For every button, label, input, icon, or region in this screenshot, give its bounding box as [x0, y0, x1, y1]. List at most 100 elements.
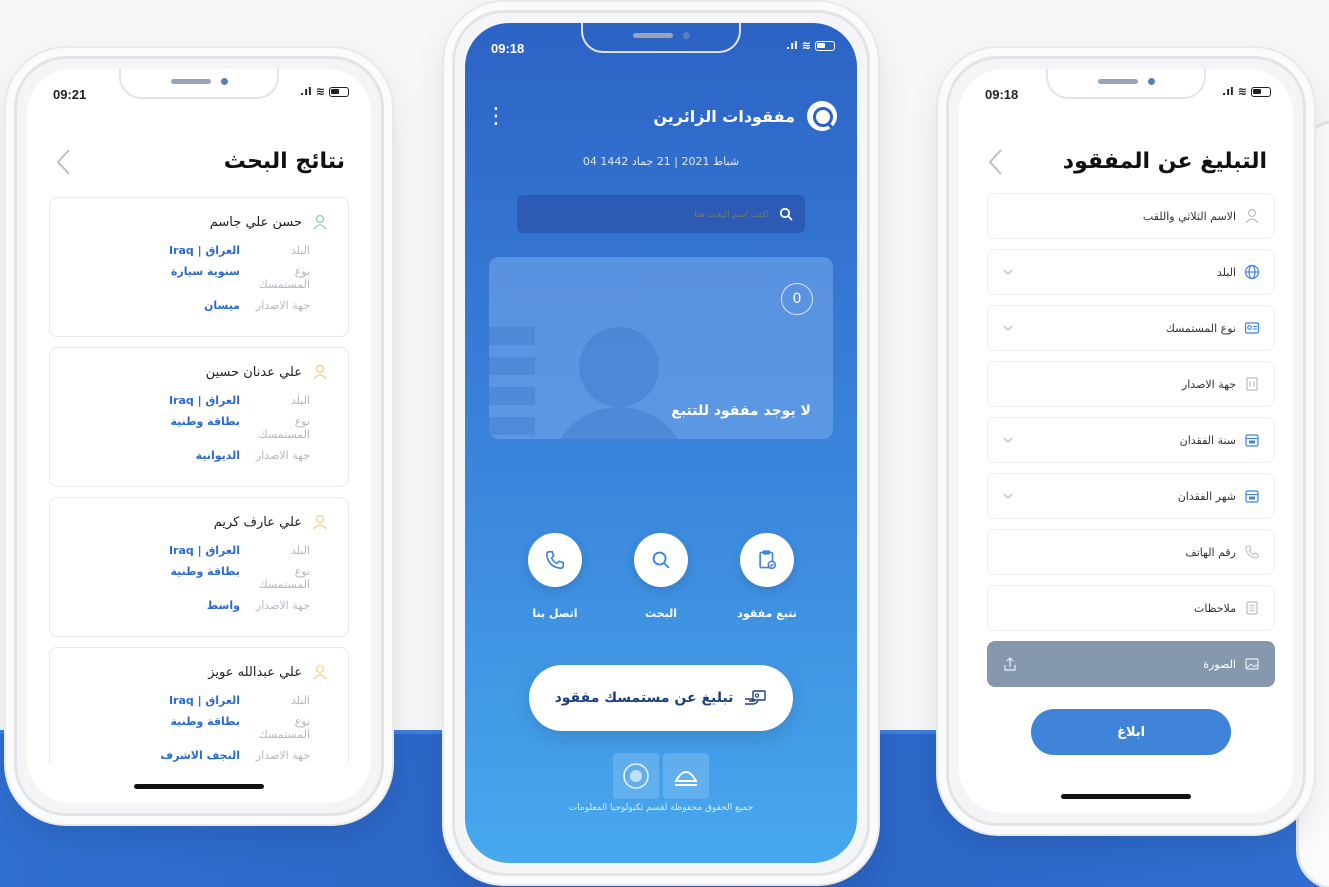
- doc-value: بطاقة وطنية: [170, 415, 240, 428]
- notch: [119, 69, 279, 99]
- submit-report-button[interactable]: ابلاغ: [1031, 709, 1231, 755]
- country-key: البلد: [290, 694, 310, 707]
- battery-icon: [329, 86, 349, 97]
- tracking-card[interactable]: 0 لا يوجد مفقود للتتبع: [489, 257, 833, 439]
- doc-key: نوع المستمسك: [258, 265, 310, 291]
- full-name-field[interactable]: الاسم الثلاثي واللقب: [987, 193, 1275, 239]
- clipboard-check-icon: [759, 550, 777, 570]
- empty-tracking-message: لا يوجد مفقود للتتبع: [671, 403, 811, 419]
- country-key: البلد: [290, 244, 310, 257]
- notch: [1046, 69, 1206, 99]
- status-icons: .ıl ≋: [786, 39, 835, 52]
- country-value: العراق | Iraq: [168, 694, 240, 707]
- country-value: العراق | Iraq: [168, 544, 240, 557]
- result-name: حسن علي جاسم: [209, 214, 302, 230]
- action-label: البحث: [645, 607, 677, 620]
- person-icon: [313, 214, 327, 230]
- search-button[interactable]: البحث: [611, 533, 711, 620]
- report-button-label: تبليغ عن مستمسك مفقود: [554, 690, 734, 706]
- phone-icon: [1245, 545, 1259, 559]
- screen: 09:18 .ıl ≋ ⋮ مفقودات الزائرين 04 شباط 2…: [465, 23, 857, 863]
- doc-value: بطاقة وطنية: [170, 565, 240, 578]
- app-logo-icon: [807, 101, 837, 131]
- battery-icon: [1251, 86, 1271, 97]
- chevron-down-icon: [1003, 493, 1013, 499]
- back-chevron-icon[interactable]: [53, 147, 75, 177]
- result-card[interactable]: علي عارف كريم البلد العراق | Iraq نوع الم…: [49, 497, 349, 637]
- notes-icon: [1246, 601, 1258, 615]
- shrine-logo-icon: [613, 753, 659, 799]
- wifi-icon: ≋: [1237, 85, 1247, 98]
- decorative-person-head: [579, 327, 659, 407]
- field-label: رقم الهاتف: [1185, 545, 1236, 559]
- status-time: 09:18: [985, 87, 1019, 102]
- footer-logos: [465, 753, 857, 799]
- country-key: البلد: [290, 394, 310, 407]
- photo-upload-field[interactable]: الصورة: [987, 641, 1275, 687]
- loss-year-select[interactable]: سنة الفقدان: [987, 417, 1275, 463]
- result-card[interactable]: حسن علي جاسم البلد العراق | Iraq نوع المس…: [49, 197, 349, 337]
- report-form: الاسم الثلاثي واللقب البلد نوع المستمسك: [987, 193, 1275, 755]
- country-value: العراق | Iraq: [168, 394, 240, 407]
- report-lost-document-button[interactable]: تبليغ عن مستمسك مفقود: [529, 665, 793, 731]
- notes-field[interactable]: ملاحظات: [987, 585, 1275, 631]
- person-icon: [313, 664, 327, 680]
- chevron-down-icon: [1003, 437, 1013, 443]
- phone-search-results: 09:21 .ıl ≋ نتائج البحث حسن علي جاسم الب…: [14, 56, 384, 816]
- document-type-select[interactable]: نوع المستمسك: [987, 305, 1275, 351]
- building-icon: [1246, 377, 1258, 391]
- issuer-value: واسط: [206, 599, 240, 612]
- chevron-down-icon: [1003, 269, 1013, 275]
- issuer-field[interactable]: جهة الاصدار: [987, 361, 1275, 407]
- loss-month-select[interactable]: شهر الفقدان: [987, 473, 1275, 519]
- decorative-person-body: [549, 407, 689, 439]
- status-icons: .ıl ≋: [1222, 85, 1271, 98]
- status-icons: .ıl ≋: [300, 85, 349, 98]
- field-label: جهة الاصدار: [1181, 377, 1236, 391]
- issuer-value: الديوانية: [195, 449, 240, 462]
- id-card-icon: [1244, 322, 1260, 334]
- back-chevron-icon[interactable]: [985, 147, 1007, 177]
- wifi-icon: ≋: [801, 39, 811, 52]
- issuer-key: جهة الاصدار: [255, 749, 310, 762]
- home-indicator[interactable]: [1061, 794, 1191, 799]
- decorative-bars: [489, 327, 535, 437]
- search-icon[interactable]: [779, 207, 793, 221]
- search-bar[interactable]: [517, 195, 805, 233]
- phone-number-field[interactable]: رقم الهاتف: [987, 529, 1275, 575]
- action-label: اتصل بنا: [532, 607, 578, 620]
- signal-icon: .ıl: [300, 85, 312, 98]
- result-name: علي عبدالله عويز: [208, 664, 302, 680]
- field-label: سنة الفقدان: [1179, 433, 1236, 447]
- action-label: تتبع مفقود: [737, 607, 797, 620]
- result-name: علي عارف كريم: [213, 514, 302, 530]
- signal-icon: .ıl: [786, 39, 798, 52]
- country-value: العراق | Iraq: [168, 244, 240, 257]
- tracked-count-badge: 0: [781, 283, 813, 315]
- image-icon: [1245, 658, 1259, 670]
- wifi-icon: ≋: [315, 85, 325, 98]
- page-title: التبليغ عن المفقود: [1062, 149, 1267, 174]
- result-card[interactable]: علي عبدالله عويز البلد العراق | Iraq نوع …: [49, 647, 349, 763]
- home-indicator[interactable]: [134, 784, 264, 789]
- screen: 09:21 .ıl ≋ نتائج البحث حسن علي جاسم الب…: [27, 69, 371, 803]
- doc-key: نوع المستمسك: [258, 565, 310, 591]
- app-title: مفقودات الزائرين: [653, 106, 795, 126]
- battery-icon: [815, 40, 835, 51]
- field-label: ملاحظات: [1194, 601, 1236, 615]
- page-title: نتائج البحث: [223, 149, 345, 174]
- country-select[interactable]: البلد: [987, 249, 1275, 295]
- search-input[interactable]: [569, 209, 769, 219]
- result-card[interactable]: علي عدنان حسين البلد العراق | Iraq نوع ال…: [49, 347, 349, 487]
- doc-key: نوع المستمسك: [258, 415, 310, 441]
- issuer-key: جهة الاصدار: [255, 449, 310, 462]
- doc-value: بطاقة وطنية: [170, 715, 240, 728]
- upload-icon[interactable]: [1002, 656, 1018, 672]
- contact-us-button[interactable]: اتصل بنا: [505, 533, 605, 620]
- more-menu-icon[interactable]: ⋮: [485, 104, 507, 129]
- field-label: نوع المستمسك: [1165, 321, 1236, 335]
- chevron-down-icon: [1003, 325, 1013, 331]
- person-icon: [313, 514, 327, 530]
- track-missing-button[interactable]: تتبع مفقود: [717, 533, 817, 620]
- status-time: 09:21: [53, 87, 87, 102]
